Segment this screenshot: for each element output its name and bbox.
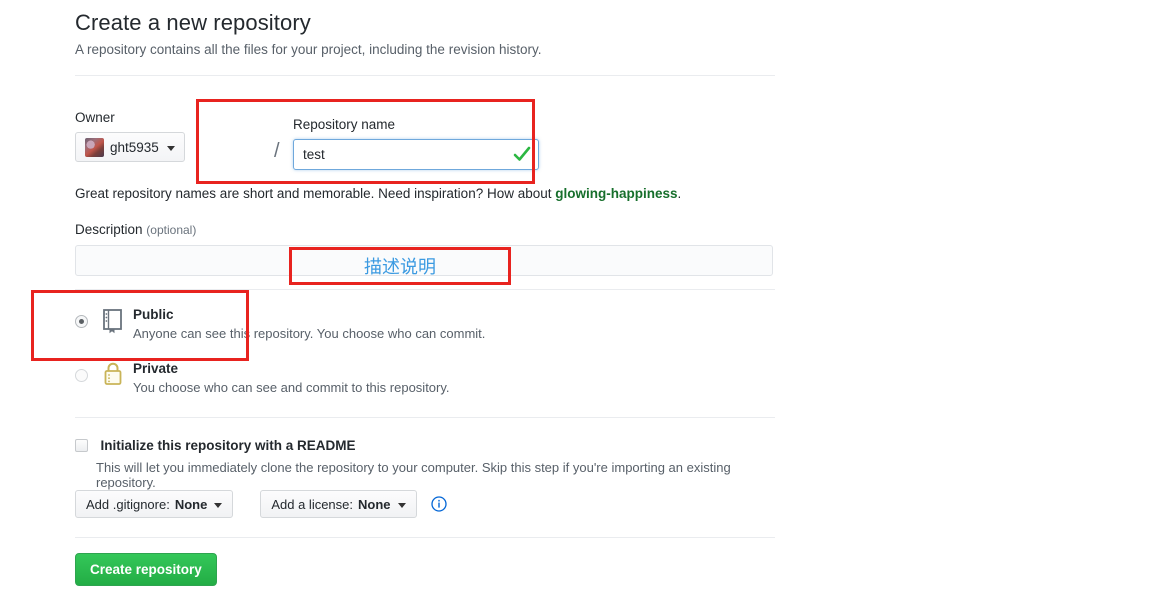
page-header: Create a new repository A repository con… <box>75 0 775 57</box>
gitignore-value: None <box>174 496 208 512</box>
visibility-options: Public Anyone can see this repository. Y… <box>75 306 775 400</box>
description-optional-text: (optional) <box>146 223 197 237</box>
gitignore-select-button[interactable]: Add .gitignore: None <box>75 490 234 518</box>
license-prefix: Add a license: <box>271 496 354 512</box>
hint-text-before: Great repository names are short and mem… <box>75 186 556 201</box>
lock-icon <box>104 362 122 385</box>
readme-section: Initialize this repository with a README… <box>75 437 775 490</box>
visibility-private-name: Private <box>133 361 179 376</box>
repository-name-field: Repository name <box>293 117 539 170</box>
submit-row: Create repository <box>75 553 217 586</box>
visibility-public-name: Public <box>133 307 174 322</box>
readme-description: This will let you immediately clone the … <box>96 460 731 490</box>
visibility-public-description: Anyone can see this repository. You choo… <box>133 326 486 341</box>
repository-name-label: Repository name <box>293 117 396 132</box>
license-select-button[interactable]: Add a license: None <box>260 490 417 518</box>
divider-visibility <box>75 289 775 290</box>
caret-down-icon <box>166 145 175 151</box>
repository-name-input[interactable] <box>293 139 539 170</box>
visibility-private-description: You choose who can see and commit to thi… <box>133 380 450 395</box>
page-subtitle: A repository contains all the files for … <box>75 42 542 57</box>
license-value: None <box>358 496 391 512</box>
divider-header <box>75 75 775 76</box>
info-circle-icon[interactable] <box>430 496 447 512</box>
create-repository-button[interactable]: Create repository <box>75 553 217 586</box>
visibility-option-public[interactable]: Public Anyone can see this repository. Y… <box>75 306 775 346</box>
divider-submit <box>75 537 775 538</box>
readme-checkbox-row[interactable]: Initialize this repository with a README <box>75 437 775 455</box>
owner-field: Owner ght5935 <box>75 110 185 162</box>
owner-select-button[interactable]: ght5935 <box>75 132 185 162</box>
owner-name: ght5935 <box>110 139 159 155</box>
radio-private[interactable] <box>75 369 88 382</box>
radio-public[interactable] <box>75 315 88 328</box>
page-title: Create a new repository <box>75 10 311 35</box>
visibility-option-private[interactable]: Private You choose who can see and commi… <box>75 360 775 400</box>
user-avatar <box>85 137 104 157</box>
hint-text-after: . <box>677 186 682 201</box>
readme-checkbox[interactable] <box>75 439 88 452</box>
caret-down-icon <box>214 502 223 508</box>
description-field: Description (optional) <box>75 222 775 276</box>
readme-label: Initialize this repository with a README <box>100 438 356 453</box>
divider-readme <box>75 417 775 418</box>
repo-book-icon <box>103 309 122 334</box>
description-label: Description (optional) <box>75 222 775 237</box>
description-label-text: Description <box>75 222 143 237</box>
suggested-name-link[interactable]: glowing-happiness <box>555 186 677 201</box>
owner-label: Owner <box>75 110 115 125</box>
repository-name-input-wrap <box>293 139 539 170</box>
create-repository-page: Create a new repository A repository con… <box>0 0 1160 596</box>
repository-name-hint: Great repository names are short and mem… <box>75 186 681 201</box>
gitignore-prefix: Add .gitignore: <box>86 496 170 512</box>
owner-repo-separator: / <box>274 140 280 162</box>
caret-down-icon <box>397 502 406 508</box>
template-selects-row: Add .gitignore: None Add a license: None <box>75 490 447 518</box>
description-input[interactable] <box>75 245 773 276</box>
